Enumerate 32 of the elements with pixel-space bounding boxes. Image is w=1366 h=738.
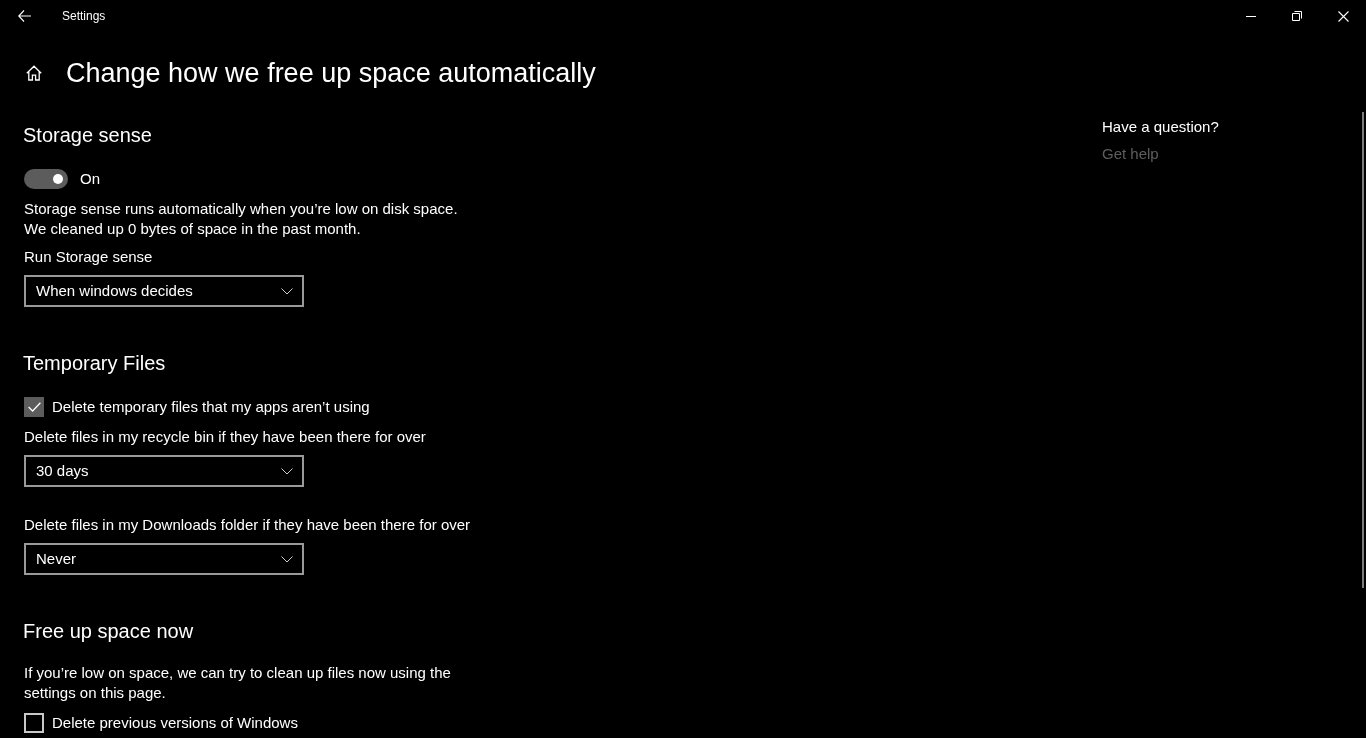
description-text: We cleaned up 0 bytes of space in the past month. [24,219,361,239]
toggle-label: On [80,169,100,189]
section-heading: Storage sense [23,123,152,148]
check-icon [27,402,41,412]
home-button[interactable] [24,63,44,83]
window-title: Settings [62,8,106,24]
checkbox[interactable] [24,713,44,733]
checkbox-label: Delete previous versions of Windows [52,713,298,733]
page-title: Change how we free up space automatically [66,57,596,90]
toggle-switch[interactable] [24,169,68,189]
back-arrow-icon [17,10,31,22]
chevron-down-icon [281,467,293,475]
restore-icon [1292,11,1302,21]
dropdown[interactable]: When windows decides [24,275,304,307]
dropdown[interactable]: Never [24,543,304,575]
checkbox[interactable] [24,397,44,417]
help-heading: Have a question? [1102,117,1219,137]
chevron-down-icon [281,287,293,295]
close-icon [1337,10,1349,22]
description-text: Storage sense runs automatically when you’re low on disk space. [24,199,458,219]
minimize-icon [1246,15,1256,17]
home-icon [26,65,42,81]
dropdown-label: Delete files in my recycle bin if they have been there for over [24,427,426,447]
dropdown-label: Delete files in my Downloads folder if they have been there for over [24,515,471,535]
section-heading: Free up space now [23,619,194,644]
description-text: If you’re low on space, we can try to clean up files now using the settings on this page. [24,663,452,703]
chevron-down-icon [281,555,293,563]
section-heading: Temporary Files [23,351,166,376]
dropdown[interactable]: 30 days [24,455,304,487]
checkbox-label: Delete temporary files that my apps aren’t using [52,397,370,417]
dropdown-label: Run Storage sense [24,247,153,267]
scrollbar-thumb[interactable] [1362,112,1364,588]
